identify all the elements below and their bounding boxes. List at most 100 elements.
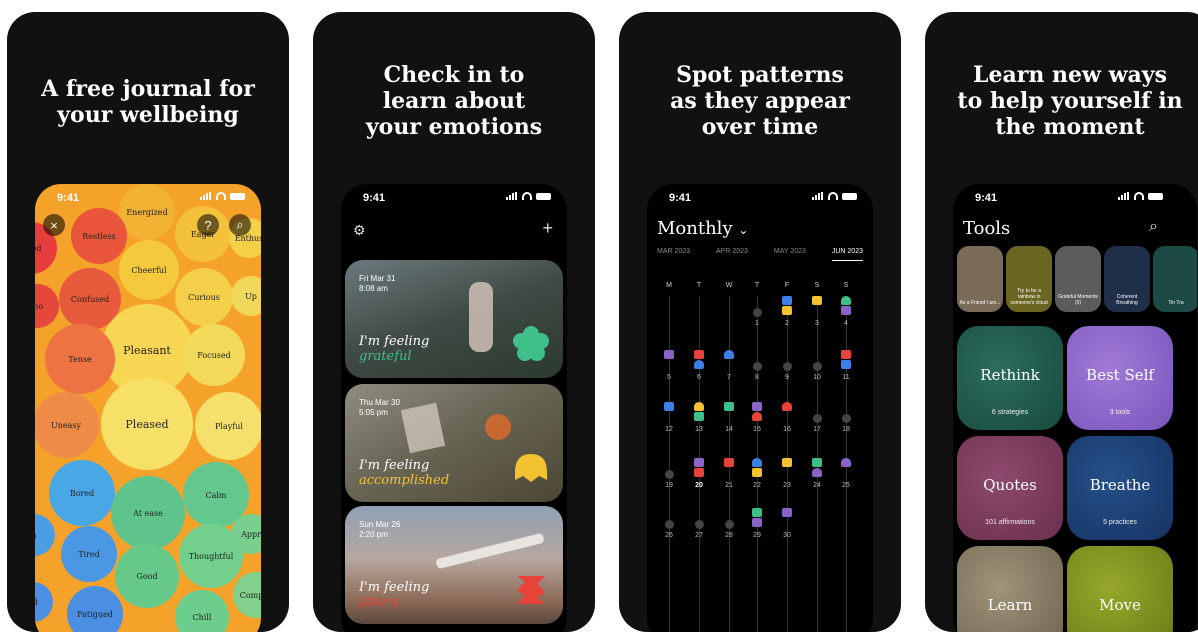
tool-thumbnail[interactable]: Tin Tra [1153,246,1197,312]
day-number-today[interactable]: 20 [689,482,709,489]
mood-shape [694,458,704,467]
day-number[interactable]: 6 [689,374,709,381]
weekday-label: T [696,282,702,289]
settings-icon[interactable]: ⚙ [353,222,366,239]
day-number[interactable]: 8 [747,374,767,381]
day-number[interactable]: 23 [777,482,797,489]
status-time: 9:41 [57,192,80,204]
tool-thumbnail[interactable]: As a Friend I am... [957,246,1003,312]
search-icon[interactable]: ⌕ [1149,218,1158,236]
emotion-bubble[interactable]: Tense [45,324,115,394]
journal-entry-card[interactable]: Fri Mar 31 8:08 am I'm feeling grateful [345,260,563,378]
entry-feeling: I'm feeling jittery [359,580,430,610]
day-number[interactable]: 1 [747,320,767,327]
emotion-bubble[interactable]: h [35,514,55,556]
day-number[interactable]: 22 [747,482,767,489]
tool-thumbnail[interactable]: Coherent Breathing [1104,246,1150,312]
emotion-bubble[interactable]: Chill [175,590,229,632]
mood-shape [694,468,704,477]
emotion-bubble[interactable]: Uneasy [35,392,99,458]
day-number[interactable]: 11 [836,374,856,381]
status-time: 9:41 [363,192,386,204]
entry-date: Sun Mar 26 2:20 pm [359,520,401,539]
day-number[interactable]: 12 [659,426,679,433]
entry-feeling: I'm feeling accomplished [359,458,450,488]
day-number[interactable]: 16 [777,426,797,433]
emotion-bubble[interactable]: Fatigued [67,586,123,632]
day-number[interactable]: 9 [777,374,797,381]
mood-shape [752,508,762,517]
day-number[interactable]: 27 [689,532,709,539]
mood-shape [694,402,704,411]
day-number[interactable]: 21 [719,482,739,489]
day-number[interactable]: 30 [777,532,797,539]
day-number[interactable]: 24 [807,482,827,489]
emotion-bubble[interactable]: Up [231,276,261,316]
help-icon[interactable]: ? [197,214,219,236]
emotion-bubble[interactable]: Cheerful [119,240,179,300]
mood-shape [724,402,734,411]
zigzag-shape-icon [517,576,545,604]
emotion-bubble[interactable]: Thoughtful [179,524,243,588]
day-number[interactable]: 19 [659,482,679,489]
day-number[interactable]: 18 [836,426,856,433]
sun-shape-icon [515,454,547,482]
tool-thumbnail[interactable]: Grateful Moments (5) [1055,246,1101,312]
entry-date: Thu Mar 30 5:05 pm [359,398,400,417]
day-number[interactable]: 25 [836,482,856,489]
mood-shape [664,350,674,359]
emotion-bubble[interactable]: ad [35,582,53,622]
entry-date: Fri Mar 31 8:08 am [359,274,396,293]
mood-shape [812,296,822,305]
tool-tile-learn[interactable]: Learn [957,546,1063,632]
day-number[interactable]: 10 [807,374,827,381]
tool-tile-best-self[interactable]: Best Self 3 tools [1067,326,1173,430]
mood-shape [664,402,674,411]
journal-entry-card[interactable]: Sun Mar 26 2:20 pm I'm feeling jittery [345,506,563,624]
emotion-bubble[interactable]: Restless [71,208,127,264]
emotion-bubble[interactable]: Bored [49,460,115,526]
day-number[interactable]: 26 [659,532,679,539]
tool-thumbnail[interactable]: Try to be a rainbow in someone's cloud [1006,246,1052,312]
mood-shape [724,458,734,467]
add-entry-button[interactable]: + [542,218,553,239]
emotion-bubble[interactable]: Tired [61,526,117,582]
mood-shape [841,296,851,305]
tool-tile-rethink[interactable]: Rethink 6 strategies [957,326,1063,430]
tool-tile-breathe[interactable]: Breathe 5 practices [1067,436,1173,540]
status-bar: 9:41 [341,184,567,214]
emotion-bubble[interactable]: At ease [111,476,185,550]
day-number[interactable]: 13 [689,426,709,433]
day-number[interactable]: 5 [659,374,679,381]
emotion-bubble[interactable]: Curious [175,268,233,326]
close-icon[interactable]: × [43,214,65,236]
tool-tile-quotes[interactable]: Quotes 101 affirmations [957,436,1063,540]
day-number[interactable]: 29 [747,532,767,539]
day-number[interactable]: 4 [836,320,856,327]
day-number[interactable]: 14 [719,426,739,433]
headline-line: A free journal for [41,76,255,102]
mood-shape [841,458,851,467]
wifi-icon [216,192,226,200]
page-title: Tools [963,218,1011,239]
day-number[interactable]: 28 [719,532,739,539]
emotion-bubble[interactable]: Pleased [101,378,193,470]
day-number[interactable]: 3 [807,320,827,327]
mood-shape [694,360,704,369]
day-number[interactable]: 17 [807,426,827,433]
day-number[interactable]: 7 [719,374,739,381]
journal-entry-card[interactable]: Thu Mar 30 5:05 pm I'm feeling accomplishe… [345,384,563,502]
day-number[interactable]: 15 [747,426,767,433]
day-number[interactable]: 2 [777,320,797,327]
emotion-bubble[interactable]: Focused [183,324,245,386]
emotion-bubble[interactable]: Good [115,544,179,608]
column-line [669,296,670,632]
headline: Learn new ways to help yourself in the m… [925,62,1198,140]
emotion-bubble[interactable]: Playful [195,392,261,460]
mood-shape [782,306,792,315]
tool-tile-move[interactable]: Move [1067,546,1173,632]
emotion-bubble[interactable]: Compas [233,572,261,618]
emotion-bubble[interactable]: mo [35,284,59,328]
search-icon[interactable]: ⌕ [229,214,251,236]
mood-shape [841,360,851,369]
